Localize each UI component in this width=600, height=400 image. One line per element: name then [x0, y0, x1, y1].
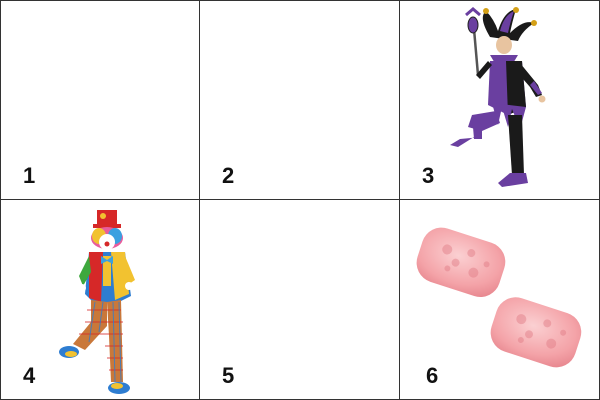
cell-number-1: 1: [23, 163, 36, 188]
cell-number-4: 4: [23, 363, 36, 388]
grid-cell-2[interactable]: 2: [200, 1, 400, 200]
cell-number-5: 5: [222, 363, 235, 388]
clown-costume-image: [59, 210, 135, 394]
grid-cell-6[interactable]: 6: [400, 200, 599, 399]
grid-cell-1[interactable]: 1: [1, 1, 200, 200]
grid-cell-3[interactable]: 3: [400, 1, 599, 200]
cell-number-2: 2: [222, 163, 235, 188]
grid-cell-5[interactable]: 5: [200, 200, 400, 399]
pink-candies-image: [416, 227, 582, 368]
grid-cell-4[interactable]: 4: [1, 200, 200, 399]
jester-costume-image: [450, 7, 546, 187]
picture-grid: 1 2 3 4 5 6: [0, 0, 600, 400]
cell-number-3: 3: [422, 163, 435, 188]
cell-number-6: 6: [426, 363, 439, 388]
